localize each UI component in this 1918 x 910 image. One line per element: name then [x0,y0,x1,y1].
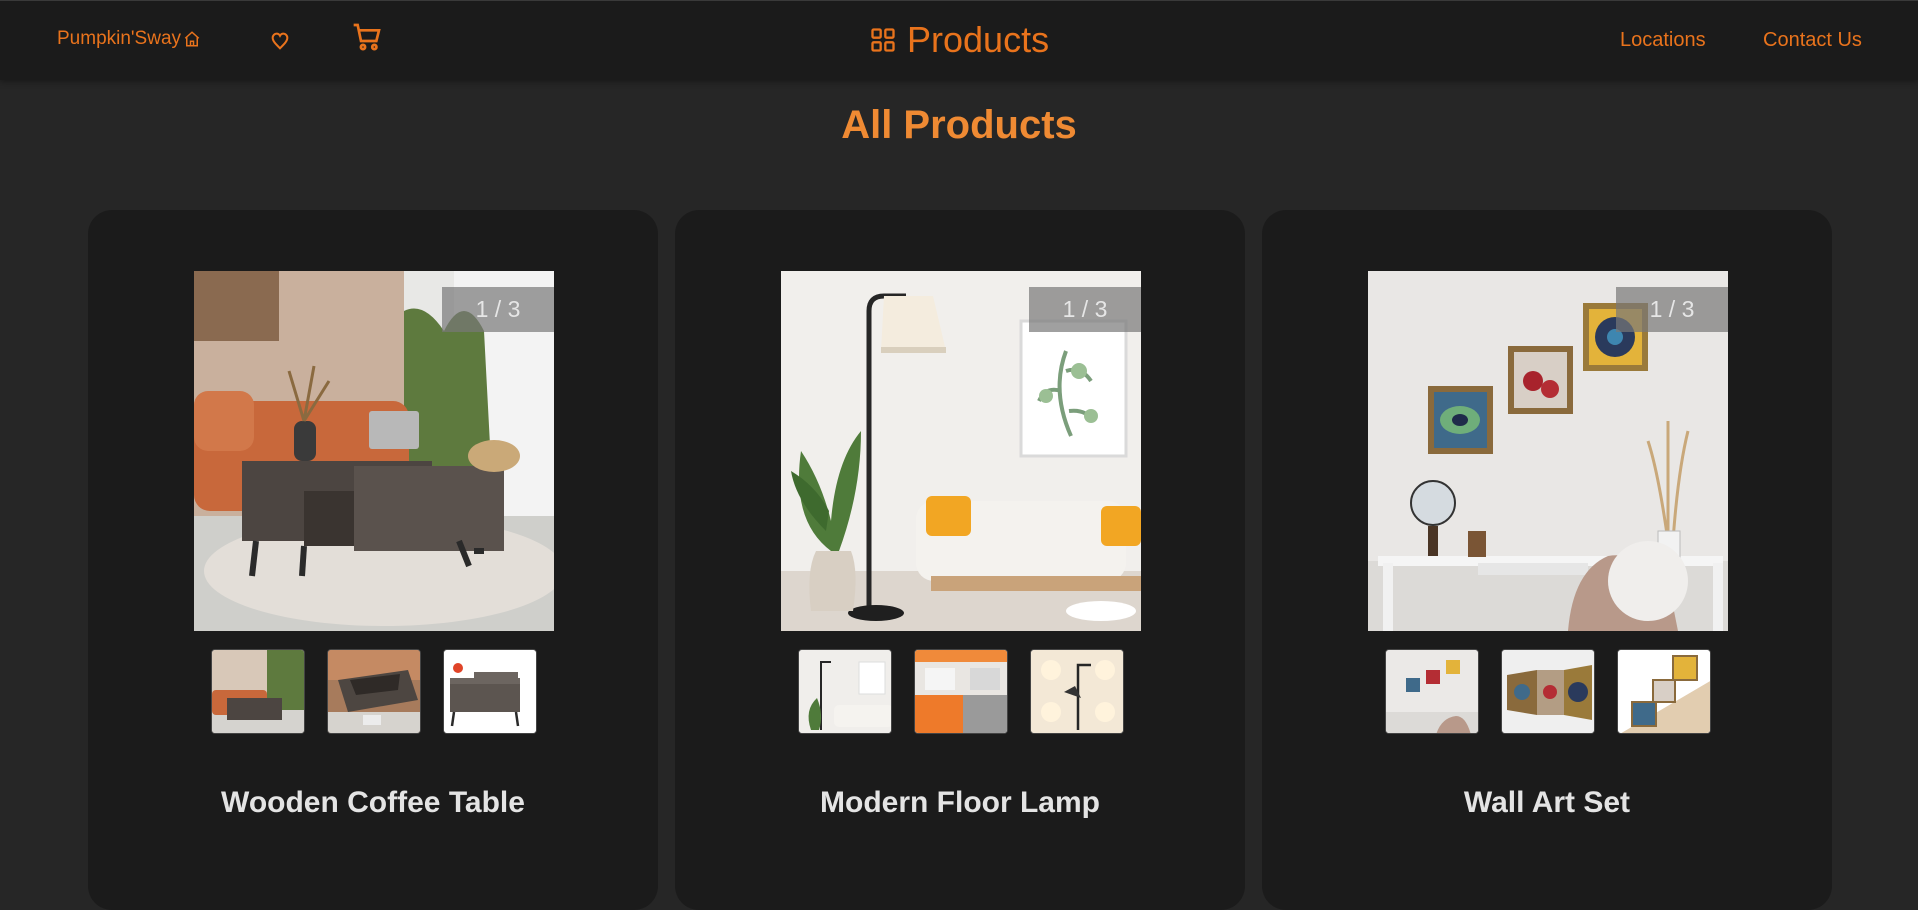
heart-icon[interactable] [267,28,293,54]
brand-link[interactable]: Pumpkin'Sway [57,28,201,50]
image-counter: 1 / 3 [442,287,554,332]
brand-name: Pumpkin'Sway [57,28,182,49]
top-navbar: Pumpkin'Sway Products Locations Contact … [0,0,1918,80]
thumbnail[interactable] [327,649,421,734]
thumbnail[interactable] [1501,649,1595,734]
product-image[interactable]: 1 / 3 [1368,271,1728,631]
product-image[interactable]: 1 / 3 [781,271,1141,631]
product-name[interactable]: Modern Floor Lamp [675,786,1245,820]
thumbnail[interactable] [211,649,305,734]
product-card[interactable]: 1 / 3 [1262,210,1832,910]
image-counter: 1 / 3 [1616,287,1728,332]
thumbnail[interactable] [443,649,537,734]
grid-icon [869,26,897,54]
thumbnail-strip [798,649,1124,734]
thumbnail[interactable] [798,649,892,734]
nav-link-contact[interactable]: Contact Us [1763,29,1862,52]
thumbnail[interactable] [1030,649,1124,734]
nav-products-label: Products [907,19,1050,60]
image-counter: 1 / 3 [1029,287,1141,332]
thumbnail-strip [1385,649,1711,734]
thumbnail-strip [211,649,537,734]
product-card[interactable]: 1 / 3 [675,210,1245,910]
home-icon [183,30,201,48]
product-image[interactable]: 1 / 3 [194,271,554,631]
thumbnail[interactable] [1385,649,1479,734]
page-title: All Products [841,103,1077,147]
product-name[interactable]: Wall Art Set [1262,786,1832,820]
cart-icon[interactable] [350,20,384,54]
thumbnail[interactable] [914,649,1008,734]
thumbnail[interactable] [1617,649,1711,734]
product-name[interactable]: Wooden Coffee Table [88,786,658,820]
nav-products[interactable]: Products [869,19,1049,61]
product-card[interactable]: 1 / 3 [88,210,658,910]
nav-link-locations[interactable]: Locations [1620,29,1706,52]
